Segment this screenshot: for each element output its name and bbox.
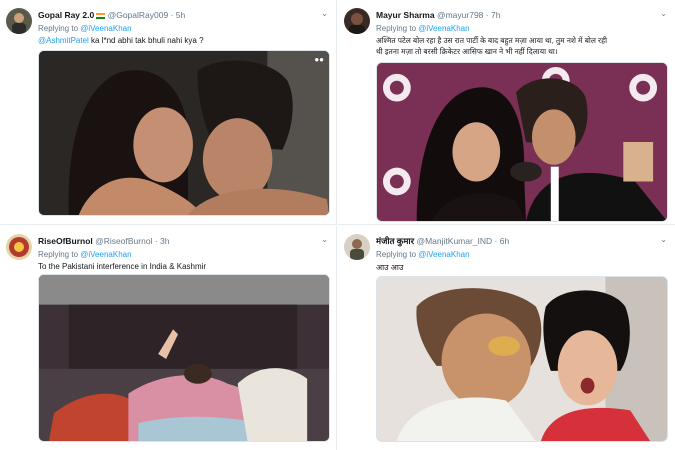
tweet-text-line: थी इतना मज़ा तो बरसी क्रिकेटर आसिफ खान न… [376,47,558,56]
tweet-header: RiseOfBurnol @RiseofBurnol · 3h [38,236,312,246]
user-handle[interactable]: @mayur798 [437,10,483,20]
tweet-card[interactable]: मंजीत कुमार @ManjitKumar_IND · 6h ⌄ Repl… [338,226,675,450]
avatar[interactable] [344,8,370,34]
avatar[interactable] [6,234,32,260]
tweet-card[interactable]: RiseOfBurnol @RiseofBurnol · 3h ⌄ Replyi… [0,226,337,450]
reply-mention-link[interactable]: @iVeenaKhan [418,250,469,259]
display-name[interactable]: Mayur Sharma [376,10,435,20]
tweet-header: Gopal Ray 2.0 @GopalRay009 · 5h [38,10,312,20]
replying-to-label: Replying to [376,24,417,33]
separator-dot: · [494,236,498,246]
replying-to: Replying to @iVeenaKhan [376,250,470,259]
replying-to-label: Replying to [38,250,79,259]
tweet-photo[interactable] [38,274,330,442]
avatar[interactable] [344,234,370,260]
avatar[interactable] [6,8,32,34]
user-handle[interactable]: @ManjitKumar_IND [416,236,492,246]
watermark-icon: ●● [314,55,324,64]
tweet-photo[interactable]: ●● [38,50,330,216]
reply-mention-link[interactable]: @iVeenaKhan [80,250,131,259]
user-handle[interactable]: @GopalRay009 [108,10,169,20]
separator-dot: · [170,10,174,20]
reply-mention-link[interactable]: @iVeenaKhan [418,24,469,33]
timestamp[interactable]: 5h [176,10,185,20]
timestamp[interactable]: 7h [491,10,500,20]
replying-to-label: Replying to [38,24,79,33]
replying-to: Replying to @iVeenaKhan [38,250,132,259]
tweet-photo[interactable] [376,276,668,442]
tweet-card[interactable]: Mayur Sharma @mayur798 · 7h ⌄ Replying t… [338,0,675,225]
chevron-down-icon[interactable]: ⌄ [321,9,328,18]
tweet-header: Mayur Sharma @mayur798 · 7h [376,10,651,20]
tweet-text-line: अश्मित पटेल बोल रहा है उस रात पार्टी के … [376,36,608,45]
tweet-text-body: To the Pakistani interference in India &… [38,262,207,271]
tweet-card[interactable]: Gopal Ray 2.0 @GopalRay009 · 5h ⌄ Replyi… [0,0,337,225]
display-name[interactable]: Gopal Ray 2.0 [38,10,94,20]
display-name[interactable]: मंजीत कुमार [376,236,414,246]
tweet-text: आउ आउ [376,262,403,273]
tweet-text: @AshmitPatel ka l*nd abhi tak bhuli nahi… [38,35,204,46]
tweet-header: मंजीत कुमार @ManjitKumar_IND · 6h [376,236,651,247]
chevron-down-icon[interactable]: ⌄ [660,235,667,244]
tweet-text: अश्मित पटेल बोल रहा है उस रात पार्टी के … [376,35,607,57]
separator-dot: · [154,236,158,246]
tweet-text: To the Pakistani interference in India &… [38,261,206,272]
tweet-text-body: ka l*nd abhi tak bhuli nahi kya ? [88,36,204,45]
separator-dot: · [485,10,489,20]
tweet-photo[interactable] [376,62,668,222]
display-name[interactable]: RiseOfBurnol [38,236,93,246]
replying-to: Replying to @iVeenaKhan [376,24,470,33]
timestamp[interactable]: 3h [160,236,169,246]
chevron-down-icon[interactable]: ⌄ [660,9,667,18]
replying-to-label: Replying to [376,250,417,259]
timestamp[interactable]: 6h [500,236,509,246]
chevron-down-icon[interactable]: ⌄ [321,235,328,244]
india-flag-icon [96,12,106,19]
user-handle[interactable]: @RiseofBurnol [95,236,152,246]
replying-to: Replying to @iVeenaKhan [38,24,132,33]
text-mention-link[interactable]: @AshmitPatel [38,36,89,45]
tweet-text-body: आउ आउ [376,263,404,272]
reply-mention-link[interactable]: @iVeenaKhan [80,24,131,33]
